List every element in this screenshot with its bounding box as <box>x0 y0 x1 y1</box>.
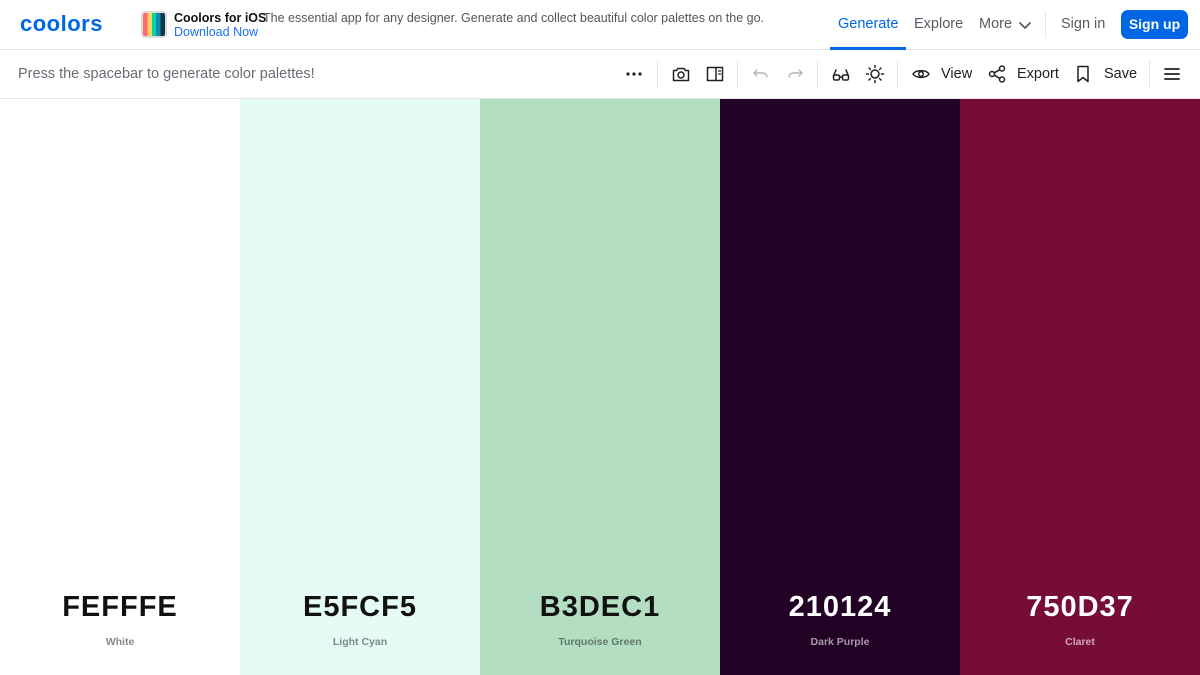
color-palette: FEFFFE White E5FCF5 Light Cyan B3DEC1 Tu… <box>0 99 1200 675</box>
color-swatch[interactable]: 750D37 Claret <box>960 99 1200 675</box>
hex-code[interactable]: 750D37 <box>960 591 1200 624</box>
toolbar-divider <box>657 61 658 88</box>
download-now-link[interactable]: Download Now <box>174 25 258 39</box>
top-nav: coolors Coolors for iOS The essential ap… <box>0 0 1200 50</box>
color-swatch[interactable]: E5FCF5 Light Cyan <box>240 99 480 675</box>
color-name: Turquoise Green <box>558 636 642 648</box>
more-horizontal-icon[interactable] <box>624 64 644 84</box>
hex-code[interactable]: B3DEC1 <box>480 591 720 624</box>
toolbar-divider <box>737 61 738 88</box>
hex-code[interactable]: FEFFFE <box>0 591 240 624</box>
hex-code[interactable]: E5FCF5 <box>240 591 480 624</box>
nav-more[interactable]: More <box>979 16 1012 32</box>
toolbar-divider <box>897 61 898 88</box>
generator-toolbar: Press the spacebar to generate color pal… <box>0 50 1200 99</box>
view-button[interactable]: View <box>941 66 972 82</box>
redo-icon[interactable] <box>785 64 805 84</box>
svg-text:coolors: coolors <box>20 13 103 35</box>
spacebar-hint: Press the spacebar to generate color pal… <box>18 66 315 82</box>
color-name: Claret <box>1065 636 1095 648</box>
color-swatch[interactable]: B3DEC1 Turquoise Green <box>480 99 720 675</box>
sign-in-link[interactable]: Sign in <box>1061 16 1105 32</box>
sidebar-panel-icon[interactable] <box>705 64 725 84</box>
toolbar-divider <box>817 61 818 88</box>
color-swatch[interactable]: FEFFFE White <box>0 99 240 675</box>
bookmark-icon[interactable] <box>1073 64 1093 84</box>
hamburger-menu-icon[interactable] <box>1162 64 1182 84</box>
coolors-logo[interactable]: coolors <box>20 13 120 35</box>
nav-explore[interactable]: Explore <box>914 16 963 32</box>
undo-icon[interactable] <box>751 64 771 84</box>
sign-up-button[interactable]: Sign up <box>1121 10 1188 39</box>
eye-icon[interactable] <box>911 64 931 84</box>
chevron-down-icon[interactable] <box>1017 17 1033 33</box>
color-name: White <box>105 636 135 648</box>
promo-title: Coolors for iOS <box>174 11 267 25</box>
nav-divider <box>1045 12 1046 38</box>
nav-generate[interactable]: Generate <box>838 16 898 32</box>
glasses-icon[interactable] <box>831 64 851 84</box>
ios-app-thumbnail[interactable] <box>141 11 167 38</box>
save-button[interactable]: Save <box>1104 66 1137 82</box>
hex-code[interactable]: 210124 <box>720 591 960 624</box>
export-button[interactable]: Export <box>1017 66 1059 82</box>
color-swatch[interactable]: 210124 Dark Purple <box>720 99 960 675</box>
camera-icon[interactable] <box>671 64 691 84</box>
color-name: Light Cyan <box>332 636 388 648</box>
color-name: Dark Purple <box>810 636 870 648</box>
toolbar-divider <box>1149 61 1150 88</box>
sun-icon[interactable] <box>865 64 885 84</box>
share-icon[interactable] <box>987 64 1007 84</box>
promo-description: The essential app for any designer. Gene… <box>263 11 765 25</box>
